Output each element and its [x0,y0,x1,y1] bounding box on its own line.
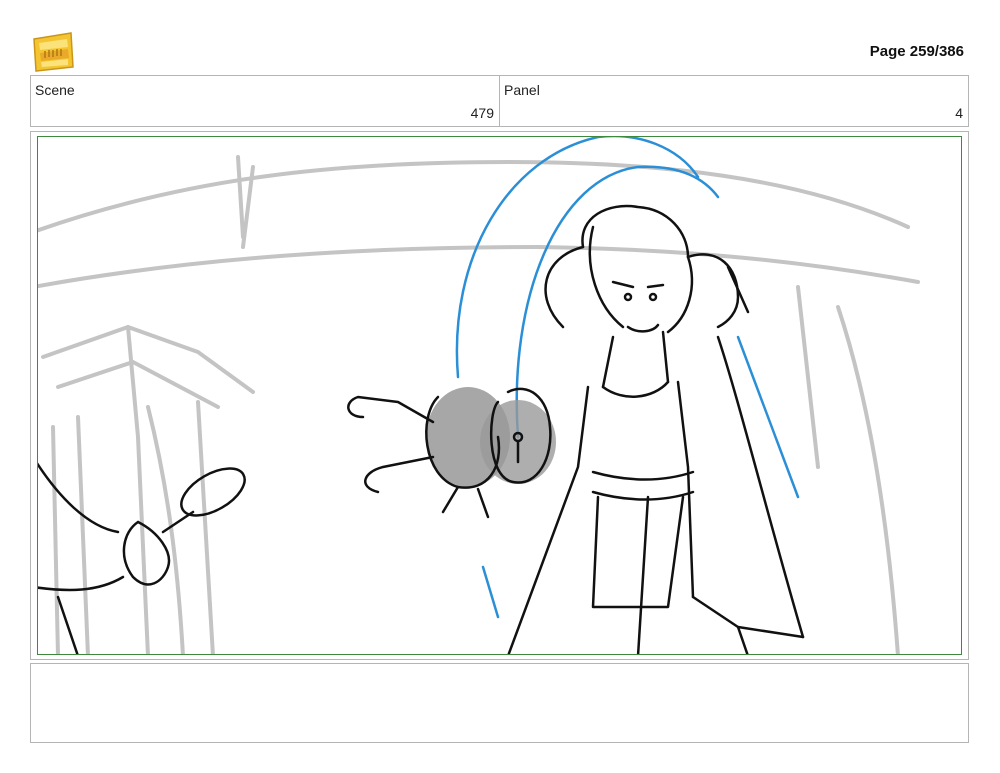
panel-number: 4 [955,105,963,121]
panel-notes-box [30,663,969,743]
panel-label: Panel [504,82,540,98]
panel-cell: Panel 4 [499,76,968,126]
page-number: Page 259/386 [869,43,964,60]
scene-cell: Scene 479 [31,76,499,126]
scene-number: 479 [470,105,494,121]
storyboard-frame [30,131,969,660]
scene-label: Scene [35,82,75,98]
scene-panel-info: Scene 479 Panel 4 [30,75,969,127]
droid-figure [347,387,556,519]
show-logo-graphic [33,32,74,72]
storyboard-panel-drawing [37,136,962,655]
motion-lines [455,137,800,619]
show-logo [31,31,75,73]
sketch-illustration [38,137,920,654]
